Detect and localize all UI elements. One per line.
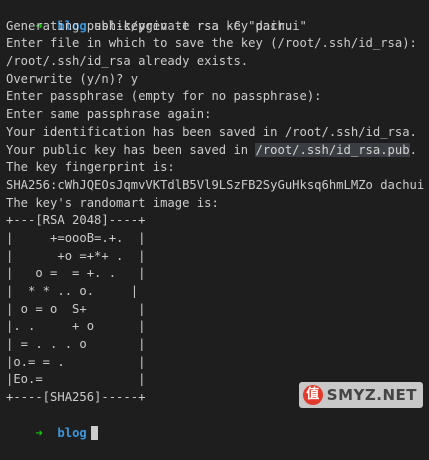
randomart-line: | o = o S+ | xyxy=(6,301,146,316)
watermark-text: SMYZ.NET xyxy=(326,386,417,404)
randomart-line: | +=oooB=.+. | xyxy=(6,230,146,245)
randomart-line: | * * .. o. | xyxy=(6,284,139,298)
prompt-line[interactable]: ➜ blog xyxy=(6,407,429,440)
prompt-directory: blog xyxy=(57,425,87,440)
output-line: Generating public/private rsa key pair. xyxy=(6,18,293,33)
output-line: Your identification has been saved in /r… xyxy=(6,124,417,139)
randomart-line: |. . + o | xyxy=(6,319,146,334)
randomart-line: |o.= = . | xyxy=(6,354,146,369)
randomart-line: | +o =+*+ . | xyxy=(6,248,146,263)
randomart-line: | = . . . o | xyxy=(6,337,146,352)
output-line: Overwrite (y/n)? y xyxy=(6,71,139,86)
randomart-line: +---[RSA 2048]----+ xyxy=(6,213,146,228)
output-line: The key's randomart image is: xyxy=(6,195,219,210)
output-line-public-key: Your public key has been saved in /root/… xyxy=(6,142,429,160)
watermark-logo-icon: 值 xyxy=(302,385,323,405)
command-line: ➜ blog ssh-keygen -t rsa -C "dachui" xyxy=(6,0,429,33)
output-text: Your public key has been saved in xyxy=(6,142,256,157)
terminal-output[interactable]: ➜ blog ssh-keygen -t rsa -C "dachui" Gen… xyxy=(6,0,429,440)
output-text: . xyxy=(409,142,417,157)
highlighted-path[interactable]: /root/.ssh/id_rsa.pub xyxy=(255,142,410,157)
output-line: /root/.ssh/id_rsa already exists. xyxy=(6,54,249,69)
fingerprint-line: SHA256:cWhJQEOsJqmvVKTdlB5Vl9LSzFB2SyGuH… xyxy=(6,177,425,192)
output-line: The key fingerprint is: xyxy=(6,160,175,175)
output-line: Enter file in which to save the key (/ro… xyxy=(6,36,417,51)
watermark: 值 SMYZ.NET xyxy=(298,382,423,408)
randomart-line: | o = = +. . | xyxy=(6,266,146,281)
text-cursor xyxy=(90,425,98,440)
prompt-arrow-icon: ➜ xyxy=(35,425,43,440)
output-line: Enter passphrase (empty for no passphras… xyxy=(6,89,322,104)
output-line: Enter same passphrase again: xyxy=(6,107,212,122)
